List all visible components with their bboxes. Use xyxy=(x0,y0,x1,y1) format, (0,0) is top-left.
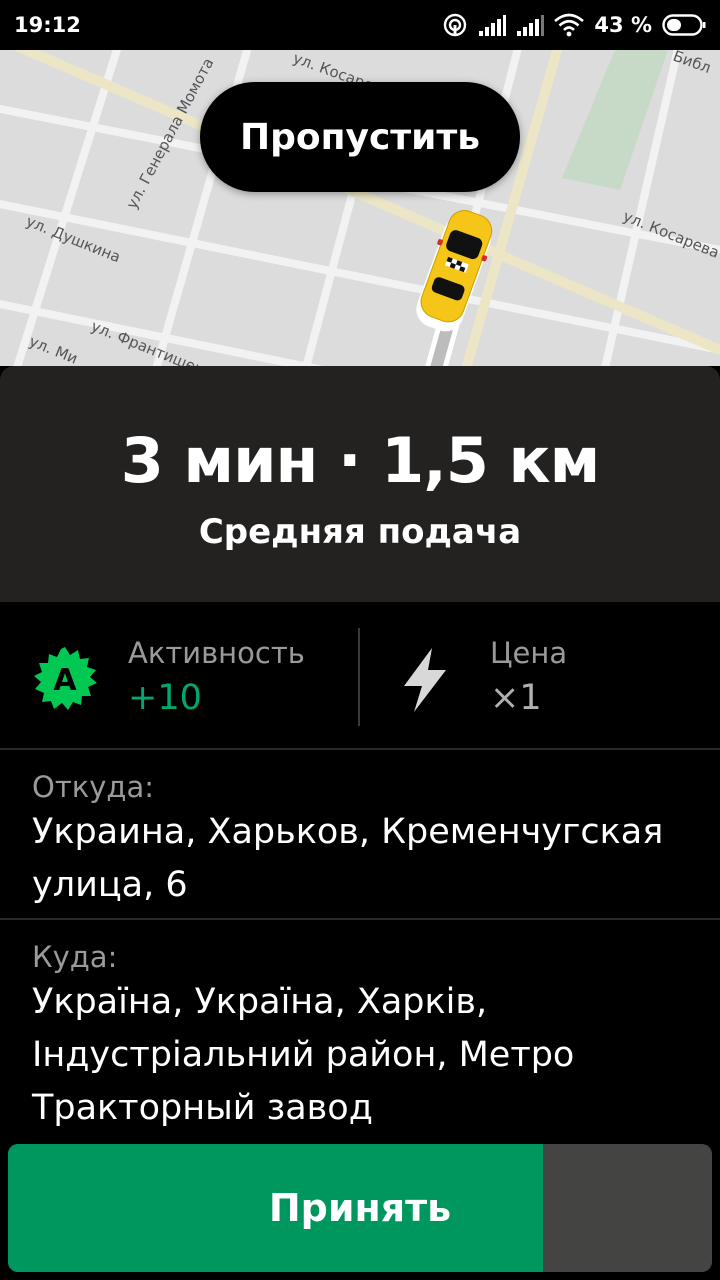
accept-button[interactable]: Принять xyxy=(8,1144,712,1272)
signal-icon xyxy=(479,15,507,36)
from-label: Откуда: xyxy=(32,770,154,804)
battery-icon xyxy=(662,14,706,36)
from-address: Украина, Харьков, Кременчугская улица, 6 xyxy=(32,812,664,905)
hotspot-icon xyxy=(444,13,467,37)
eta-distance: 3 мин · 1,5 км xyxy=(120,424,601,497)
order-panel: 3 мин · 1,5 км Средняя подача A Активнос… xyxy=(0,366,720,1280)
skip-button[interactable]: Пропустить xyxy=(200,82,520,192)
wifi-icon xyxy=(554,13,585,37)
supply-type: Средняя подача xyxy=(198,512,522,552)
price-label: Цена xyxy=(490,636,568,670)
order-summary: 3 мин · 1,5 км Средняя подача xyxy=(0,366,720,602)
activity-label: Активность xyxy=(128,636,305,670)
activity-badge-letter: A xyxy=(53,663,77,698)
lightning-icon xyxy=(404,648,446,712)
price-value: ×1 xyxy=(490,678,542,718)
divider xyxy=(0,748,720,750)
battery-percent: 43 % xyxy=(594,13,652,37)
order-stats: A Активность +10 Цена ×1 xyxy=(0,606,720,748)
divider xyxy=(0,918,720,920)
activity-badge-icon: A xyxy=(34,647,97,710)
to-label: Куда: xyxy=(32,940,118,974)
status-bar: 19:12 43 % xyxy=(0,0,720,50)
stats-divider xyxy=(358,628,360,726)
accept-button-label: Принять xyxy=(268,1186,452,1230)
status-icons: 43 % xyxy=(442,12,706,38)
signal-icon-2 xyxy=(517,15,545,36)
status-time: 19:12 xyxy=(14,13,81,37)
activity-value: +10 xyxy=(128,678,202,718)
to-address: Україна, Україна, Харків, Індустріальний… xyxy=(32,982,575,1128)
